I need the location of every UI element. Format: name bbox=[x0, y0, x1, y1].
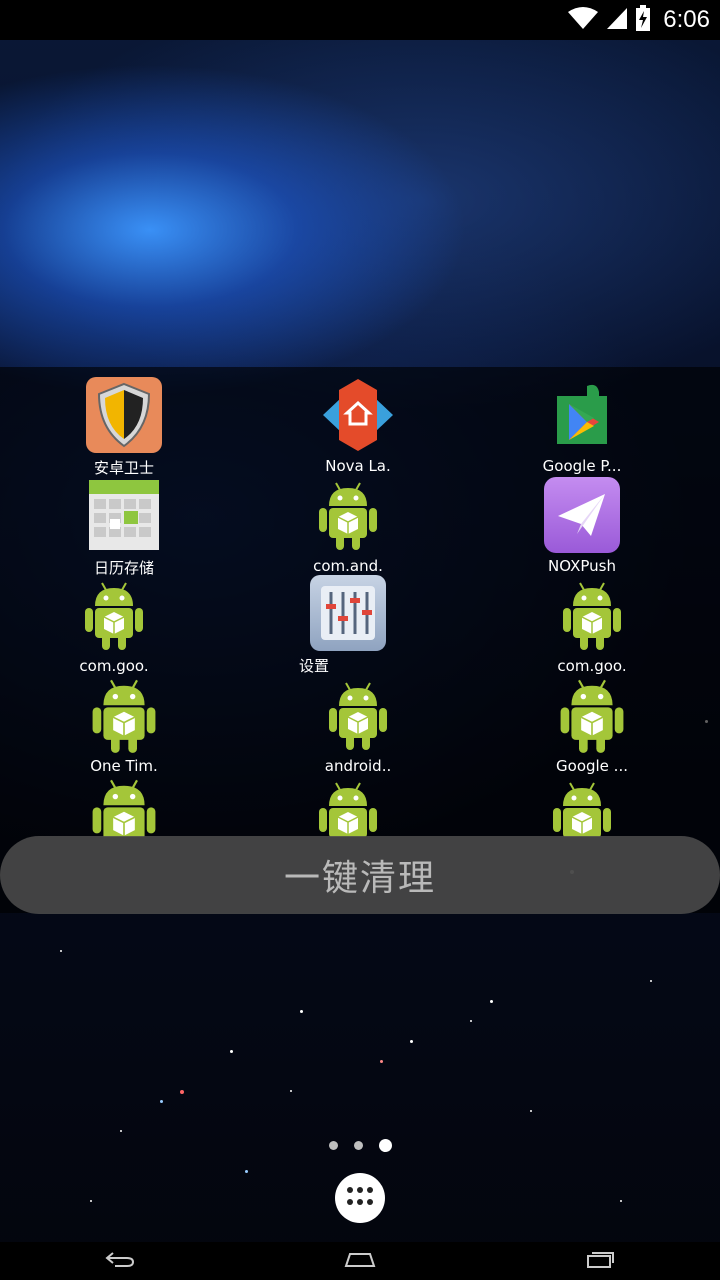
star bbox=[490, 1000, 493, 1003]
app-label: Google ... bbox=[556, 757, 628, 775]
wifi-icon bbox=[567, 6, 599, 34]
app-item[interactable]: com.goo. bbox=[39, 575, 189, 675]
app-item[interactable]: Google ... bbox=[517, 675, 667, 775]
star bbox=[120, 1130, 122, 1132]
app-item[interactable]: com.and. bbox=[273, 475, 423, 575]
app-item[interactable]: Google P... bbox=[507, 375, 657, 475]
app-label: One Tim. bbox=[90, 757, 158, 775]
android-icon bbox=[84, 675, 164, 755]
star bbox=[245, 1170, 248, 1173]
star bbox=[620, 1200, 622, 1202]
navigation-bar bbox=[0, 1242, 720, 1280]
paper-plane-icon bbox=[542, 475, 622, 555]
calendar-icon bbox=[84, 475, 164, 555]
app-label: NOXPush bbox=[548, 557, 616, 575]
app-grid: 安卓卫士 Nova La. Google P... 日历存储 com.and. … bbox=[0, 367, 720, 837]
app-label: com.goo. bbox=[557, 657, 627, 675]
recents-button[interactable] bbox=[570, 1242, 630, 1280]
android-icon bbox=[308, 475, 388, 555]
page-dot-active[interactable] bbox=[378, 1139, 392, 1152]
battery-charging-icon bbox=[635, 5, 651, 35]
one-tap-clean-button[interactable]: 一键清理 bbox=[0, 836, 720, 914]
star bbox=[380, 1060, 383, 1063]
star bbox=[300, 1010, 303, 1013]
app-item[interactable]: android.. bbox=[283, 675, 433, 775]
app-label: Google P... bbox=[542, 457, 622, 475]
page-dot[interactable] bbox=[353, 1141, 363, 1150]
app-item[interactable] bbox=[507, 775, 657, 837]
back-button[interactable] bbox=[90, 1242, 150, 1280]
page-dot[interactable] bbox=[328, 1141, 338, 1150]
cell-signal-icon bbox=[605, 6, 629, 34]
android-icon bbox=[308, 775, 388, 837]
app-item[interactable]: 设置 bbox=[273, 573, 423, 676]
star bbox=[90, 1200, 92, 1202]
app-item[interactable] bbox=[273, 775, 423, 837]
star bbox=[230, 1050, 233, 1053]
app-drawer-icon bbox=[345, 1185, 375, 1211]
star bbox=[410, 1040, 413, 1043]
android-icon bbox=[552, 575, 632, 655]
clock: 6:06 bbox=[663, 6, 710, 33]
star bbox=[60, 950, 62, 952]
app-label: Nova La. bbox=[325, 457, 391, 475]
android-icon bbox=[74, 575, 154, 655]
back-icon bbox=[105, 1250, 135, 1272]
android-icon bbox=[552, 675, 632, 755]
android-icon bbox=[84, 775, 164, 837]
android-icon bbox=[542, 775, 622, 837]
google-play-services-icon bbox=[542, 375, 622, 455]
page-indicator bbox=[0, 1139, 720, 1152]
star bbox=[650, 980, 652, 982]
android-icon bbox=[318, 675, 398, 755]
app-label: com.goo. bbox=[79, 657, 149, 675]
task-cleaner-panel: 安卓卫士 Nova La. Google P... 日历存储 com.and. … bbox=[0, 367, 720, 914]
star bbox=[530, 1110, 532, 1112]
app-item[interactable]: One Tim. bbox=[49, 675, 199, 775]
app-item[interactable]: 日历存储 bbox=[49, 475, 199, 578]
app-drawer-button[interactable] bbox=[335, 1173, 385, 1223]
app-item[interactable]: Nova La. bbox=[283, 375, 433, 475]
app-item[interactable] bbox=[49, 775, 199, 837]
app-label: 设置 bbox=[299, 657, 330, 675]
star bbox=[470, 1020, 472, 1022]
nova-launcher-icon bbox=[318, 375, 398, 455]
status-bar: 6:06 bbox=[0, 0, 720, 40]
recents-icon bbox=[585, 1250, 615, 1272]
app-item[interactable]: 安卓卫士 bbox=[49, 375, 199, 478]
home-icon bbox=[344, 1250, 376, 1272]
star bbox=[180, 1090, 184, 1094]
home-button[interactable] bbox=[330, 1242, 390, 1280]
app-label: android.. bbox=[324, 757, 392, 775]
star bbox=[290, 1090, 292, 1092]
app-item[interactable]: com.goo. bbox=[517, 575, 667, 675]
app-item[interactable]: NOXPush bbox=[507, 475, 657, 575]
settings-sliders-icon bbox=[308, 573, 388, 653]
star bbox=[160, 1100, 163, 1103]
shield-icon bbox=[84, 375, 164, 455]
